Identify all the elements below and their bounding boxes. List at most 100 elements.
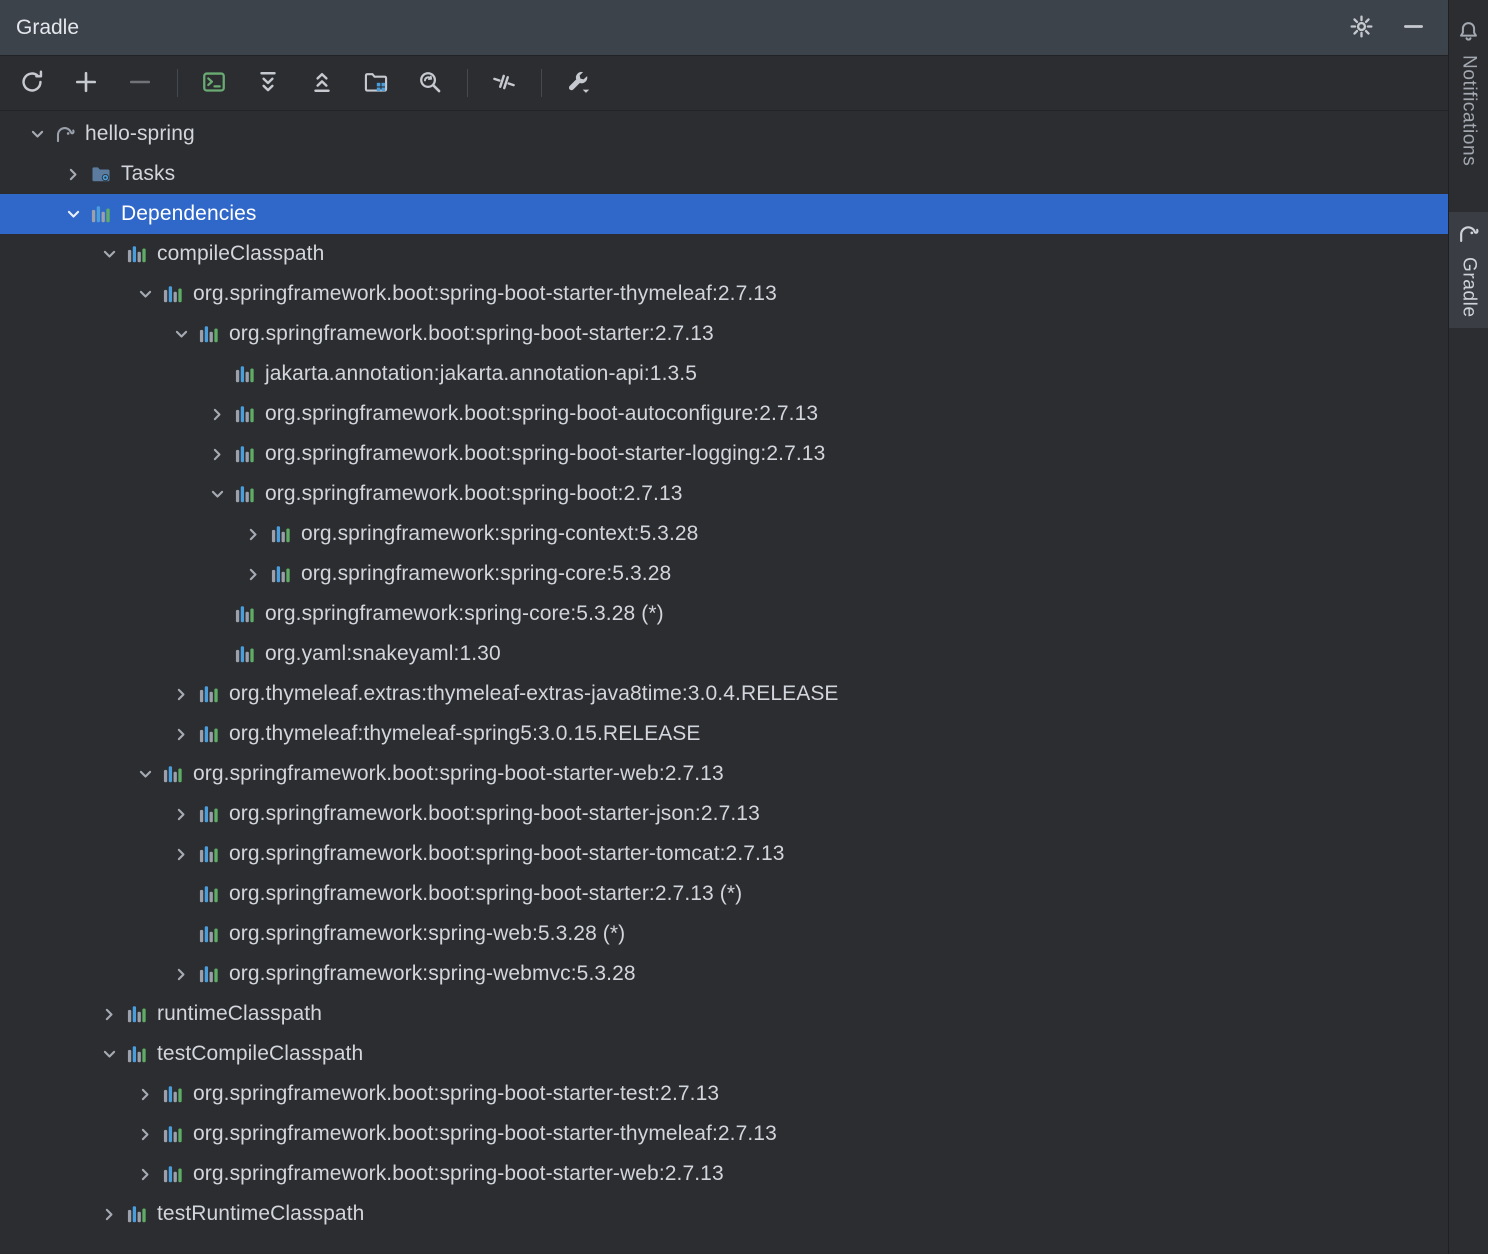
tree-row[interactable]: org.springframework:spring-web:5.3.28 (*… — [0, 914, 1448, 954]
tree-row[interactable]: hello-spring — [0, 114, 1448, 154]
collapse-all-button[interactable] — [302, 63, 342, 103]
chevron-down-icon[interactable] — [200, 484, 234, 505]
chevron-right-icon[interactable] — [164, 684, 198, 705]
dependency-icon — [126, 1043, 148, 1065]
execute-task-button[interactable] — [194, 63, 234, 103]
tree-row[interactable]: org.springframework.boot:spring-boot-sta… — [0, 754, 1448, 794]
chevron-right-icon[interactable] — [236, 564, 270, 585]
tree-row[interactable]: Dependencies — [0, 194, 1448, 234]
tree-node-label: jakarta.annotation:jakarta.annotation-ap… — [265, 362, 698, 385]
chevron-right-icon[interactable] — [128, 1124, 162, 1145]
tree-row[interactable]: Tasks — [0, 154, 1448, 194]
tool-window-title: Gradle — [16, 15, 80, 39]
chevron-down-icon[interactable] — [128, 764, 162, 785]
chevron-down-icon[interactable] — [92, 244, 126, 265]
chevron-right-icon[interactable] — [92, 1004, 126, 1025]
tree-node-label: org.springframework.boot:spring-boot-sta… — [193, 1162, 724, 1185]
dependency-icon — [234, 363, 256, 385]
toggle-offline-button[interactable] — [484, 63, 524, 103]
notifications-tab-label: Notifications — [1458, 55, 1480, 167]
toolbar-separator — [467, 69, 468, 97]
dependency-icon — [198, 723, 220, 745]
gear-icon — [1349, 14, 1374, 42]
chevron-down-icon[interactable] — [92, 1044, 126, 1065]
tree-row[interactable]: org.springframework:spring-core:5.3.28 (… — [0, 594, 1448, 634]
group-modules-icon — [363, 69, 389, 98]
dependency-icon — [162, 763, 184, 785]
tree-row[interactable]: compileClasspath — [0, 234, 1448, 274]
tree-row[interactable]: org.springframework.boot:spring-boot-sta… — [0, 1154, 1448, 1194]
tree-row[interactable]: org.springframework.boot:spring-boot-sta… — [0, 274, 1448, 314]
tree-node-label: org.springframework.boot:spring-boot-sta… — [229, 882, 743, 905]
dependency-icon — [126, 1203, 148, 1225]
tree-row[interactable]: org.thymeleaf.extras:thymeleaf-extras-ja… — [0, 674, 1448, 714]
tree-node-label: org.springframework.boot:spring-boot:2.7… — [265, 482, 683, 505]
tree-row[interactable]: org.springframework.boot:spring-boot-sta… — [0, 1114, 1448, 1154]
dependency-icon — [198, 883, 220, 905]
dependency-icon — [198, 923, 220, 945]
tree-row[interactable]: org.springframework:spring-core:5.3.28 — [0, 554, 1448, 594]
chevron-right-icon[interactable] — [164, 964, 198, 985]
chevron-right-icon[interactable] — [200, 444, 234, 465]
remove-icon — [127, 69, 153, 98]
chevron-right-icon[interactable] — [164, 804, 198, 825]
tree-node-label: org.springframework:spring-webmvc:5.3.28 — [229, 962, 636, 985]
tree-node-label: org.springframework.boot:spring-boot-sta… — [193, 762, 724, 785]
tree-row[interactable]: jakarta.annotation:jakarta.annotation-ap… — [0, 354, 1448, 394]
tree-node-label: org.thymeleaf.extras:thymeleaf-extras-ja… — [229, 682, 839, 705]
hide-toolwindow-button[interactable] — [1394, 9, 1432, 47]
link-project-button[interactable] — [66, 63, 106, 103]
dependency-icon — [90, 203, 112, 225]
chevron-down-icon[interactable] — [56, 204, 90, 225]
tree-node-label: org.springframework.boot:spring-boot-sta… — [229, 802, 760, 825]
chevron-right-icon[interactable] — [164, 724, 198, 745]
tree-row[interactable]: org.springframework.boot:spring-boot-sta… — [0, 794, 1448, 834]
chevron-right-icon[interactable] — [128, 1084, 162, 1105]
chevron-down-icon[interactable] — [164, 324, 198, 345]
tree-row[interactable]: org.springframework.boot:spring-boot-sta… — [0, 434, 1448, 474]
chevron-right-icon[interactable] — [200, 404, 234, 425]
tree-node-label: org.springframework.boot:spring-boot-sta… — [229, 842, 785, 865]
chevron-right-icon[interactable] — [236, 524, 270, 545]
chevron-down-icon[interactable] — [20, 124, 54, 145]
expand-all-button[interactable] — [248, 63, 288, 103]
tree-row[interactable]: org.springframework.boot:spring-boot-sta… — [0, 314, 1448, 354]
tree-row[interactable]: runtimeClasspath — [0, 994, 1448, 1034]
tree-node-label: org.springframework.boot:spring-boot-sta… — [193, 282, 777, 305]
add-icon — [73, 69, 99, 98]
stripe-tab-notifications[interactable]: Notifications — [1449, 10, 1488, 176]
tree-row[interactable]: org.springframework.boot:spring-boot-sta… — [0, 1074, 1448, 1114]
tree-row[interactable]: org.springframework:spring-context:5.3.2… — [0, 514, 1448, 554]
dependency-icon — [162, 1083, 184, 1105]
tree-row[interactable]: testCompileClasspath — [0, 1034, 1448, 1074]
chevron-right-icon[interactable] — [128, 1164, 162, 1185]
collapse-all-icon — [309, 69, 335, 98]
unlink-project-button[interactable] — [120, 63, 160, 103]
tree-row[interactable]: org.springframework.boot:spring-boot:2.7… — [0, 474, 1448, 514]
settings-wrench-icon — [565, 69, 591, 98]
tree-node-label: runtimeClasspath — [157, 1002, 323, 1025]
gradle-tool-window: Gradle hello-spring Tasks Dependencies comp… — [0, 0, 1448, 1254]
tree-node-label: org.thymeleaf:thymeleaf-spring5:3.0.15.R… — [229, 722, 701, 745]
dependency-analyzer-button[interactable] — [410, 63, 450, 103]
group-modules-button[interactable] — [356, 63, 396, 103]
tree-row[interactable]: org.yaml:snakeyaml:1.30 — [0, 634, 1448, 674]
tree-row[interactable]: testRuntimeClasspath — [0, 1194, 1448, 1234]
toolwindow-options-button[interactable] — [1342, 9, 1380, 47]
tree-row[interactable]: org.thymeleaf:thymeleaf-spring5:3.0.15.R… — [0, 714, 1448, 754]
tree-row[interactable]: org.springframework.boot:spring-boot-sta… — [0, 834, 1448, 874]
tree-node-label: org.springframework.boot:spring-boot-aut… — [265, 402, 819, 425]
gradle-settings-button[interactable] — [558, 63, 598, 103]
dependency-icon — [270, 563, 292, 585]
tree-row[interactable]: org.springframework:spring-webmvc:5.3.28 — [0, 954, 1448, 994]
chevron-right-icon[interactable] — [164, 844, 198, 865]
chevron-down-icon[interactable] — [128, 284, 162, 305]
reload-gradle-button[interactable] — [12, 63, 52, 103]
tree-row[interactable]: org.springframework.boot:spring-boot-sta… — [0, 874, 1448, 914]
chevron-right-icon[interactable] — [92, 1204, 126, 1225]
tree-node-label: hello-spring — [85, 122, 195, 145]
stripe-tab-gradle[interactable]: Gradle — [1449, 212, 1488, 328]
tree-row[interactable]: org.springframework.boot:spring-boot-aut… — [0, 394, 1448, 434]
chevron-right-icon[interactable] — [56, 164, 90, 185]
tree-node-label: org.springframework:spring-web:5.3.28 (*… — [229, 922, 626, 945]
